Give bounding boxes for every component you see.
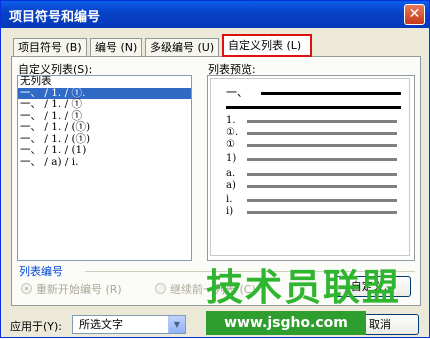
preview-line	[247, 173, 397, 176]
preview-line	[247, 120, 397, 123]
continue-radio[interactable]	[155, 283, 166, 294]
close-icon: ✕	[408, 6, 421, 22]
preview-level-label: 1.	[226, 115, 236, 126]
list-item[interactable]: 一、 / 1. / ①	[18, 98, 191, 111]
dialog-window: 项目符号和编号 ✕ 项目符号 (B) 编号 (N) 多级编号 (U) 自定义列表…	[0, 0, 430, 338]
preview-level-label: i.	[226, 194, 233, 205]
tab-label: 自定义列表 (L)	[228, 39, 302, 52]
preview-row	[211, 101, 411, 113]
preview-row: i.	[211, 194, 411, 206]
list-item[interactable]: 一、 / 1. / (1)	[18, 144, 191, 157]
tab-label: 多级编号 (U)	[150, 41, 215, 54]
preview-row: 一、	[211, 87, 411, 99]
preview-level-label: ①	[226, 139, 235, 150]
preview-row: 1.	[211, 115, 411, 127]
preview-level-label: ①.	[226, 127, 239, 138]
preview-row: 1)	[211, 153, 411, 165]
watermark-text: 技术员联盟	[206, 266, 401, 309]
tab-bullets[interactable]: 项目符号 (B)	[13, 38, 87, 56]
chevron-down-icon[interactable]: ▼	[168, 316, 185, 333]
preview-line	[261, 92, 401, 95]
preview-level-label: i)	[226, 206, 234, 217]
close-button[interactable]: ✕	[404, 4, 425, 25]
preview-line	[247, 185, 397, 188]
preview-row: a)	[211, 180, 411, 192]
window-title: 项目符号和编号	[9, 10, 101, 25]
restart-radio[interactable]	[21, 283, 32, 294]
tab-label: 编号 (N)	[95, 41, 138, 54]
preview-level-label: 一、	[226, 86, 248, 99]
preview-line	[226, 106, 401, 109]
preview-level-label: a)	[226, 180, 236, 191]
apply-to-label: 应用于(Y):	[10, 320, 63, 333]
preview-level-label: 1)	[226, 153, 237, 164]
numbering-group-label: 列表编号	[19, 265, 63, 278]
watermark-url: www.jsgho.com	[206, 311, 366, 335]
apply-to-select[interactable]: 所选文字 ▼	[72, 315, 186, 334]
list-preview: 一、 1. ①. ① 1) a. a) i. i)	[207, 75, 415, 261]
preview-row: ①.	[211, 127, 411, 139]
preview-line	[247, 199, 397, 202]
title-bar[interactable]: 项目符号和编号 ✕	[1, 1, 429, 28]
custom-list-box[interactable]: 无列表 一、 / 1. / ①. 一、 / 1. / ① 一、 / 1. / ①…	[17, 75, 192, 261]
list-item[interactable]: 无列表	[18, 76, 191, 88]
preview-line	[247, 132, 397, 135]
preview-line	[247, 158, 397, 161]
preview-row: i)	[211, 206, 411, 218]
preview-level-label: a.	[226, 168, 236, 179]
preview-page: 一、 1. ①. ① 1) a. a) i. i)	[210, 78, 410, 256]
preview-line	[247, 144, 397, 147]
list-item[interactable]: 一、 / a) / i.	[18, 156, 191, 169]
preview-line	[247, 211, 397, 214]
tab-custom-list[interactable]: 自定义列表 (L)	[222, 34, 312, 57]
tab-label: 项目符号 (B)	[18, 41, 82, 54]
apply-to-value: 所选文字	[79, 318, 123, 331]
tab-multilevel[interactable]: 多级编号 (U)	[145, 38, 219, 56]
preview-row: ①	[211, 139, 411, 151]
tab-numbering[interactable]: 编号 (N)	[90, 38, 142, 56]
list-item[interactable]: 一、 / 1. / (①)	[18, 121, 191, 134]
preview-row: a.	[211, 168, 411, 180]
restart-label: 重新开始编号 (R)	[36, 283, 122, 296]
watermark-logo: 技术员联盟 www.jsgho.com	[206, 266, 401, 339]
